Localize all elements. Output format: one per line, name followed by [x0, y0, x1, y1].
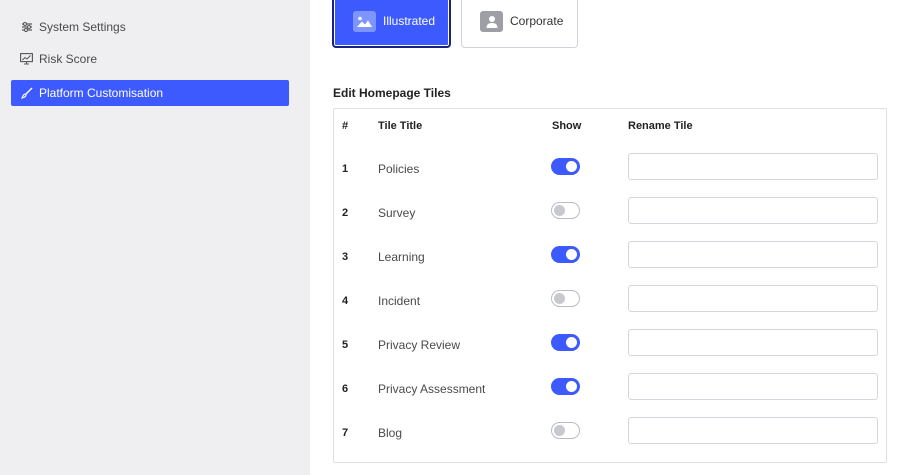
table-row: 4 Incident [334, 285, 886, 315]
theme-label: Illustrated [383, 14, 436, 28]
toggle-knob [554, 205, 565, 216]
rename-tile-input[interactable] [628, 417, 878, 444]
monitor-chart-icon [20, 53, 33, 66]
column-header-rename-tile: Rename Tile [628, 120, 693, 132]
column-header-tile-title: Tile Title [378, 120, 423, 132]
show-toggle[interactable] [551, 246, 580, 263]
show-toggle[interactable] [551, 290, 580, 307]
show-toggle[interactable] [551, 158, 580, 175]
row-number: 1 [342, 163, 349, 175]
tile-title: Incident [378, 294, 421, 308]
tile-title: Survey [378, 206, 416, 220]
toggle-knob [566, 249, 577, 260]
row-number: 5 [342, 339, 349, 351]
sidebar-item-label: Risk Score [39, 52, 98, 66]
toggle-knob [566, 161, 577, 172]
theme-option-illustrated[interactable]: Illustrated [332, 0, 451, 48]
theme-option-corporate[interactable]: Corporate [461, 0, 578, 48]
main-content: Illustrated Corporate Edit Homepage Tile… [310, 0, 903, 475]
row-number: 3 [342, 251, 349, 263]
rename-tile-input[interactable] [628, 153, 878, 180]
row-number: 6 [342, 383, 349, 395]
toggle-knob [566, 381, 577, 392]
sidebar-item-label: System Settings [39, 20, 126, 34]
user-icon [480, 10, 503, 32]
show-toggle[interactable] [551, 334, 580, 351]
row-number: 7 [342, 427, 349, 439]
show-toggle[interactable] [551, 378, 580, 395]
rename-tile-input[interactable] [628, 373, 878, 400]
rename-tile-input[interactable] [628, 329, 878, 356]
rename-tile-input[interactable] [628, 197, 878, 224]
table-row: 6 Privacy Assessment [334, 373, 886, 403]
sidebar-item-platform-customisation[interactable]: Platform Customisation [11, 80, 289, 106]
table-row: 1 Policies [334, 153, 886, 183]
image-icon [353, 10, 376, 32]
row-number: 4 [342, 295, 349, 307]
section-title: Edit Homepage Tiles [333, 86, 451, 100]
show-toggle[interactable] [551, 422, 580, 439]
toggle-knob [554, 425, 565, 436]
tiles-table: # Tile Title Show Rename Tile 1 Policies… [333, 108, 887, 463]
show-toggle[interactable] [551, 202, 580, 219]
table-row: 3 Learning [334, 241, 886, 271]
sidebar-item-label: Platform Customisation [39, 86, 164, 100]
toggle-knob [566, 337, 577, 348]
rename-tile-input[interactable] [628, 285, 878, 312]
rename-tile-input[interactable] [628, 241, 878, 268]
tile-title: Learning [378, 250, 425, 264]
table-row: 5 Privacy Review [334, 329, 886, 359]
sliders-icon [20, 21, 33, 34]
table-row: 7 Blog [334, 417, 886, 447]
tile-title: Policies [378, 162, 420, 176]
sidebar: System Settings Risk Score Platform Cust… [0, 0, 310, 475]
column-header-number: # [342, 120, 349, 132]
toggle-knob [554, 293, 565, 304]
tile-title: Privacy Assessment [378, 382, 486, 396]
sidebar-item-system-settings[interactable]: System Settings [11, 14, 289, 40]
sidebar-item-risk-score[interactable]: Risk Score [11, 46, 289, 72]
tile-title: Blog [378, 426, 403, 440]
table-row: 2 Survey [334, 197, 886, 227]
theme-label: Corporate [510, 14, 564, 28]
row-number: 2 [342, 207, 349, 219]
column-header-show: Show [552, 120, 582, 132]
brush-icon [20, 87, 33, 100]
tile-title: Privacy Review [378, 338, 461, 352]
